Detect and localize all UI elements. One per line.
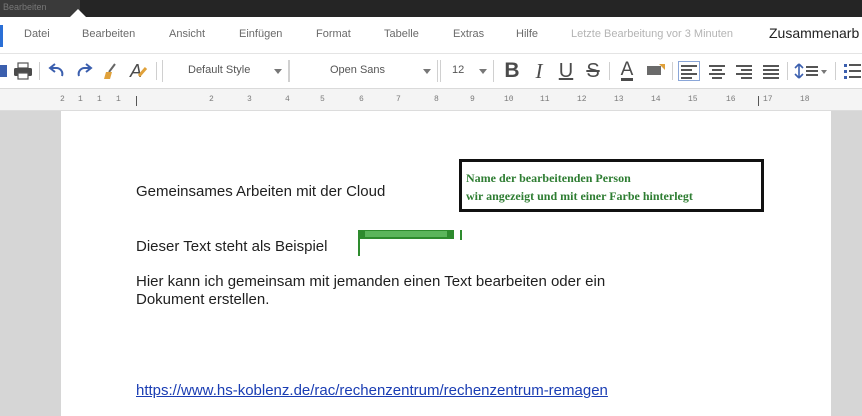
document-link[interactable]: https://www.hs-koblenz.de/rac/rechenzent… xyxy=(136,382,608,399)
bold-label: B xyxy=(504,59,520,82)
toolbar-separator xyxy=(787,62,788,80)
menu-bearbeiten[interactable]: Bearbeiten xyxy=(82,28,135,40)
ruler-right-margin-marker[interactable] xyxy=(758,96,759,106)
font-name-select[interactable]: Open Sans xyxy=(289,60,438,82)
menu-format[interactable]: Format xyxy=(316,28,351,40)
list-icon[interactable] xyxy=(841,60,862,82)
clear-formatting-icon[interactable] xyxy=(100,60,122,82)
document-line[interactable]: Dieser Text steht als Beispiel xyxy=(136,238,327,255)
menu-hilfe[interactable]: Hilfe xyxy=(516,28,538,40)
menu-extras[interactable]: Extras xyxy=(453,28,484,40)
toolbar: A Default Style Open Sans 12 B I U S A xyxy=(0,54,862,89)
collaborate-button[interactable]: Zusammenarb xyxy=(769,25,859,41)
ruler-mark: 6 xyxy=(359,95,364,104)
menu-indicator xyxy=(0,25,3,47)
toolbar-separator xyxy=(39,62,40,80)
document-page[interactable] xyxy=(61,111,831,416)
italic-label: I xyxy=(535,58,543,83)
last-edit-status: Letzte Bearbeitung vor 3 Minuten xyxy=(571,28,734,40)
ruler-mark: 2 xyxy=(60,95,65,104)
strike-label: S xyxy=(586,59,600,82)
font-size-value: 12 xyxy=(452,64,465,76)
ruler-mark: 9 xyxy=(470,95,475,104)
align-left-icon[interactable] xyxy=(678,60,700,82)
ruler-mark: 17 xyxy=(763,95,773,104)
highlight-icon[interactable] xyxy=(644,60,668,82)
ruler-mark: 11 xyxy=(540,95,550,104)
line-spacing-icon[interactable] xyxy=(793,60,829,82)
underline-label: U xyxy=(558,59,574,82)
ruler-indent-marker[interactable] xyxy=(136,96,137,106)
collaborator-cursor xyxy=(358,230,360,256)
ruler-mark: 14 xyxy=(651,95,661,104)
annotation-line: Name der bearbeitenden Person xyxy=(466,171,631,185)
chevron-down-icon xyxy=(274,69,282,74)
menu-bar: Datei Bearbeiten Ansicht Einfügen Format… xyxy=(0,17,862,54)
collaborator-cursor-tail xyxy=(460,230,462,240)
ruler-mark: 10 xyxy=(504,95,514,104)
toolbar-separator xyxy=(672,62,673,80)
character-icon[interactable]: A xyxy=(126,60,152,82)
chevron-down-icon xyxy=(423,69,431,74)
justify-icon[interactable] xyxy=(760,60,782,82)
font-name-value: Open Sans xyxy=(330,64,386,76)
print-icon[interactable] xyxy=(12,60,34,82)
ruler-mark: 1 xyxy=(78,95,83,104)
ruler-mark: 4 xyxy=(285,95,290,104)
ruler-mark: 7 xyxy=(396,95,401,104)
font-color-icon[interactable]: A xyxy=(615,60,639,82)
save-icon[interactable] xyxy=(0,60,8,82)
tab-title: Bearbeiten xyxy=(3,2,47,12)
toolbar-separator xyxy=(609,62,610,80)
ruler-mark: 18 xyxy=(800,95,810,104)
ruler-mark: 15 xyxy=(688,95,698,104)
menu-tabelle[interactable]: Tabelle xyxy=(384,28,419,40)
document-paragraph-line[interactable]: Hier kann ich gemeinsam mit jemanden ein… xyxy=(136,273,605,290)
title-bar: Bearbeiten xyxy=(0,0,862,17)
paragraph-style-value: Default Style xyxy=(188,64,251,76)
tab-notch xyxy=(70,9,86,17)
undo-icon[interactable] xyxy=(46,60,68,82)
menu-einfuegen[interactable]: Einfügen xyxy=(239,28,282,40)
toolbar-separator xyxy=(835,62,836,80)
align-center-icon[interactable] xyxy=(706,60,728,82)
toolbar-separator xyxy=(156,62,157,80)
font-color-label: A xyxy=(620,59,634,81)
ruler-mark: 1 xyxy=(116,95,121,104)
ruler-mark: 16 xyxy=(726,95,736,104)
ruler-mark: 13 xyxy=(614,95,624,104)
collaborator-name-flag xyxy=(359,230,454,239)
menu-ansicht[interactable]: Ansicht xyxy=(169,28,205,40)
paragraph-style-select[interactable]: Default Style xyxy=(162,60,289,82)
annotation-callout: Name der bearbeitenden Person wir angeze… xyxy=(459,159,764,212)
italic-icon[interactable]: I xyxy=(527,58,551,83)
menu-datei[interactable]: Datei xyxy=(24,28,50,40)
ruler[interactable]: 2 1 1 1 2 3 4 5 6 7 8 9 10 11 12 13 14 1… xyxy=(0,89,862,111)
font-size-select[interactable]: 12 xyxy=(440,60,494,82)
browser-tab[interactable]: Bearbeiten xyxy=(0,0,80,17)
chevron-down-icon xyxy=(479,69,487,74)
ruler-mark: 12 xyxy=(577,95,587,104)
ruler-mark: 1 xyxy=(97,95,102,104)
document-heading[interactable]: Gemeinsames Arbeiten mit der Cloud xyxy=(136,183,385,200)
document-paragraph-line[interactable]: Dokument erstellen. xyxy=(136,291,269,308)
ruler-mark: 5 xyxy=(320,95,325,104)
redo-icon[interactable] xyxy=(73,60,95,82)
annotation-line: wir angezeigt und mit einer Farbe hinter… xyxy=(466,189,693,203)
align-right-icon[interactable] xyxy=(733,60,755,82)
ruler-mark: 2 xyxy=(209,95,214,104)
bold-icon[interactable]: B xyxy=(500,59,524,82)
ruler-mark: 3 xyxy=(247,95,252,104)
underline-icon[interactable]: U xyxy=(554,60,578,82)
strikethrough-icon[interactable]: S xyxy=(581,60,605,82)
ruler-mark: 8 xyxy=(434,95,439,104)
